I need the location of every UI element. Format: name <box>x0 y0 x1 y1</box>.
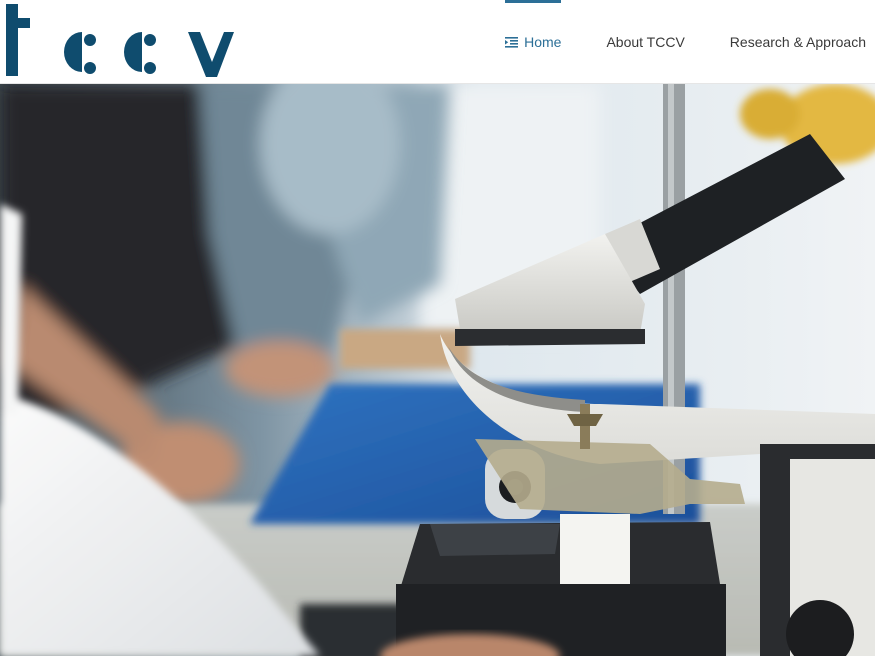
nav-item-home[interactable]: Home <box>505 0 562 84</box>
nav-item-about[interactable]: About TCCV <box>606 0 684 84</box>
nav-label-research: Research & Approach <box>729 34 866 50</box>
home-list-icon <box>505 37 519 48</box>
nav-label-home: Home <box>524 34 562 50</box>
main-nav: Home About TCCV Research & Approach <box>505 0 875 84</box>
nav-item-research[interactable]: Research & Approach <box>730 0 866 84</box>
site-header: tccv Home About TCCV Research & Approach <box>0 0 875 84</box>
tccv-logo <box>6 4 234 77</box>
nav-label-about: About TCCV <box>606 34 685 50</box>
laboratory-microscope-photo <box>0 84 875 656</box>
logo-text: tccv <box>0 0 1 1</box>
hero-image <box>0 84 875 656</box>
